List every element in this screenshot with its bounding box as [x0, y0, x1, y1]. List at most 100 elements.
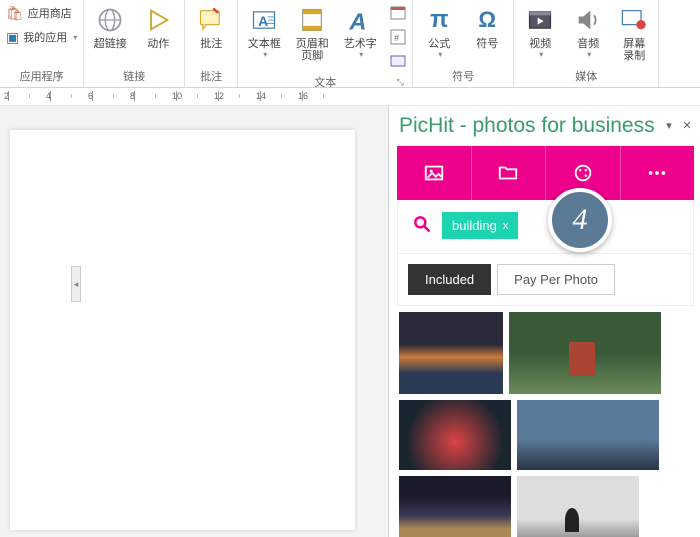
- screen-rec-icon: [618, 4, 650, 36]
- pichit-nav-tabs: [397, 146, 694, 200]
- my-apps-label: 我的应用: [23, 29, 67, 45]
- horizontal-ruler: 246810121416: [0, 88, 700, 106]
- slide-canvas[interactable]: [10, 130, 355, 530]
- wordart-button[interactable]: A 艺术字 ▾: [338, 2, 382, 61]
- symbol-button[interactable]: Ω 符号: [465, 2, 509, 52]
- result-thumb[interactable]: [517, 400, 659, 470]
- document-area: ◂: [0, 106, 388, 537]
- store-icon: 🛍: [6, 5, 24, 22]
- audio-label: 音频: [577, 38, 599, 50]
- video-button[interactable]: 视频 ▾: [518, 2, 562, 61]
- step-badge: 4: [548, 188, 612, 252]
- chevron-down-icon: ▾: [587, 50, 591, 59]
- chevron-down-icon: ▾: [438, 50, 442, 59]
- search-bar: building x: [397, 200, 694, 254]
- image-icon: [423, 162, 445, 184]
- pane-close-icon[interactable]: ✕: [680, 119, 694, 133]
- hyperlink-label: 超链接: [94, 38, 127, 50]
- search-tag[interactable]: building x: [442, 212, 518, 239]
- video-label: 视频: [529, 38, 551, 50]
- textbox-label: 文本框: [248, 38, 281, 50]
- app-store-button[interactable]: 🛍 应用商店: [4, 2, 79, 24]
- nav-tab-more[interactable]: [621, 146, 695, 200]
- screen-rec-label: 屏幕 录制: [623, 38, 645, 62]
- header-footer-icon: [296, 4, 328, 36]
- wordart-label: 艺术字: [344, 38, 377, 50]
- audio-button[interactable]: 音频 ▾: [566, 2, 610, 61]
- tab-pay-per-photo[interactable]: Pay Per Photo: [497, 264, 615, 295]
- object-button[interactable]: [388, 50, 408, 72]
- more-icon: [646, 169, 668, 177]
- ribbon-group-links: 超链接 动作 链接: [84, 0, 185, 87]
- pane-menu-icon[interactable]: ▾: [662, 119, 676, 133]
- folder-icon: [497, 162, 519, 184]
- date-time-button[interactable]: [388, 2, 408, 24]
- nav-tab-images[interactable]: [397, 146, 472, 200]
- symbol-label: 符号: [476, 38, 498, 50]
- date-icon: [390, 5, 406, 21]
- svg-text:A: A: [349, 8, 367, 34]
- search-icon[interactable]: [412, 214, 432, 237]
- group-label-symbols: 符号: [452, 66, 474, 87]
- slide-number-button[interactable]: #: [388, 26, 408, 48]
- action-label: 动作: [147, 38, 169, 50]
- pane-title: PicHit - photos for business: [399, 114, 658, 138]
- dialog-launcher-text[interactable]: ⤡: [393, 77, 407, 88]
- equation-button[interactable]: π 公式 ▾: [417, 2, 461, 61]
- screen-recording-button[interactable]: 屏幕 录制: [614, 2, 654, 64]
- audio-icon: [572, 4, 604, 36]
- comment-button[interactable]: 批注: [189, 2, 233, 52]
- ribbon: 🛍 应用商店 ▣ 我的应用 ▾ 应用程序 超链接: [0, 0, 700, 88]
- result-thumb[interactable]: [399, 312, 503, 394]
- search-tag-text: building: [452, 218, 497, 233]
- myapps-icon: ▣: [6, 29, 19, 46]
- action-button[interactable]: 动作: [136, 2, 180, 52]
- group-label-apps: 应用程序: [20, 66, 64, 87]
- textbox-button[interactable]: A三 文本框 ▾: [242, 2, 286, 61]
- pane-collapse-handle[interactable]: ◂: [71, 266, 81, 302]
- equation-label: 公式: [428, 38, 450, 50]
- result-thumb[interactable]: [399, 476, 511, 537]
- category-tabs: Included Pay Per Photo: [397, 254, 694, 306]
- pane-header: PicHit - photos for business ▾ ✕: [389, 106, 700, 146]
- header-footer-button[interactable]: 页眉和页脚: [290, 2, 334, 64]
- tag-remove-icon[interactable]: x: [503, 220, 509, 232]
- svg-text:三: 三: [267, 16, 276, 26]
- ribbon-group-media: 视频 ▾ 音频 ▾ 屏幕 录制 媒体: [514, 0, 659, 87]
- nav-tab-folder[interactable]: [472, 146, 547, 200]
- palette-icon: [572, 162, 594, 184]
- app-store-label: 应用商店: [28, 5, 72, 21]
- video-icon: [524, 4, 556, 36]
- tab-included[interactable]: Included: [408, 264, 491, 295]
- wordart-icon: A: [344, 4, 376, 36]
- pichit-pane: PicHit - photos for business ▾ ✕ bui: [388, 106, 700, 537]
- comment-label: 批注: [200, 38, 222, 50]
- ribbon-group-comments: 批注 批注: [185, 0, 238, 87]
- comment-icon: [195, 4, 227, 36]
- main-area: ◂ PicHit - photos for business ▾ ✕: [0, 106, 700, 537]
- symbol-icon: Ω: [471, 4, 503, 36]
- equation-icon: π: [423, 4, 455, 36]
- group-label-links: 链接: [123, 66, 145, 87]
- ribbon-group-symbols: π 公式 ▾ Ω 符号 符号: [413, 0, 514, 87]
- my-apps-button[interactable]: ▣ 我的应用 ▾: [4, 26, 79, 48]
- textbox-icon: A三: [248, 4, 280, 36]
- action-icon: [142, 4, 174, 36]
- chevron-down-icon: ▾: [539, 50, 543, 59]
- object-icon: [390, 53, 406, 69]
- header-footer-label: 页眉和页脚: [292, 38, 332, 62]
- number-icon: #: [390, 29, 406, 45]
- svg-text:#: #: [394, 33, 399, 43]
- result-thumb[interactable]: [509, 312, 661, 394]
- hyperlink-button[interactable]: 超链接: [88, 2, 132, 52]
- chevron-down-icon: ▾: [263, 50, 267, 59]
- result-thumb[interactable]: [517, 476, 639, 537]
- hyperlink-icon: [94, 4, 126, 36]
- result-thumb[interactable]: [399, 400, 511, 470]
- results-grid: [389, 306, 694, 537]
- ribbon-group-text: A三 文本框 ▾ 页眉和页脚 A 艺术字 ▾ #: [238, 0, 413, 87]
- ribbon-group-apps: 🛍 应用商店 ▣ 我的应用 ▾ 应用程序: [0, 0, 84, 87]
- group-label-media: 媒体: [575, 66, 597, 87]
- chevron-down-icon: ▾: [359, 50, 363, 59]
- group-label-comments: 批注: [200, 66, 222, 87]
